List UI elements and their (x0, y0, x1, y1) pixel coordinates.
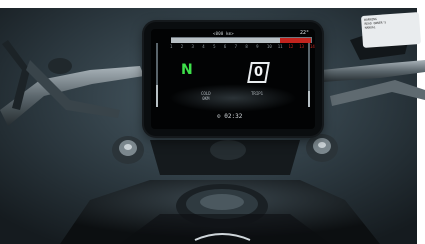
tft-dashboard: <000 km> 22° 1 2 3 4 5 6 7 8 9 10 11 12 13 14 N 0 COL… (144, 22, 322, 136)
rpm-tick-label: 6 (223, 44, 227, 49)
odometer-label: <000 km> (213, 31, 234, 36)
rpm-tick-label: 12 (288, 44, 294, 49)
clock: ⊙ 02:32 (217, 113, 242, 120)
rpm-tick-label: 3 (191, 44, 194, 49)
speed-box: 0 (247, 62, 270, 83)
rpm-tick-label: 14 (310, 44, 315, 49)
rpm-tick-labels: 1 2 3 4 5 6 7 8 9 10 11 12 13 14 (170, 44, 315, 50)
temperature-readout: 22° (299, 30, 309, 36)
rpm-tick-label: 1 (170, 44, 173, 49)
rpm-bar-fill (171, 38, 281, 43)
left-gauge-fill (156, 84, 158, 107)
speed-readout: 0 (253, 65, 264, 80)
motorcycle-cockpit-scene: WARNING READ OWNER'S MANUAL <000 km> 22°… (0, 0, 425, 244)
gear-indicator: N (181, 62, 193, 78)
tft-screen: <000 km> 22° 1 2 3 4 5 6 7 8 9 10 11 12 13 14 N 0 COL… (151, 29, 315, 129)
trip-label: TRIP1 (251, 91, 264, 96)
left-gauge (156, 43, 158, 107)
rpm-tick-label: 4 (202, 44, 205, 49)
rpm-tick-label: 8 (245, 44, 248, 49)
rpm-tick-label: 2 (180, 44, 184, 49)
right-gauge-fill (308, 91, 310, 107)
rpm-tick-label: 13 (299, 44, 305, 49)
rpm-tick-label: 10 (266, 44, 272, 49)
rpm-tick-label: 9 (256, 44, 259, 49)
right-gauge (308, 43, 310, 107)
rpm-redline-fill (280, 38, 311, 43)
clock-icon: ⊙ (217, 113, 221, 120)
warning-sticker: WARNING READ OWNER'S MANUAL (360, 12, 422, 48)
lower-panel-glow (169, 84, 297, 112)
rpm-tick-label: 5 (213, 44, 216, 49)
info-left: COLD 0KM (201, 91, 211, 101)
rpm-tick-label: 11 (277, 44, 283, 49)
rpm-bar (171, 37, 312, 43)
info-left-line2: 0KM (202, 96, 210, 101)
rpm-tick-label: 7 (234, 44, 238, 49)
clock-time: 02:32 (224, 113, 243, 120)
